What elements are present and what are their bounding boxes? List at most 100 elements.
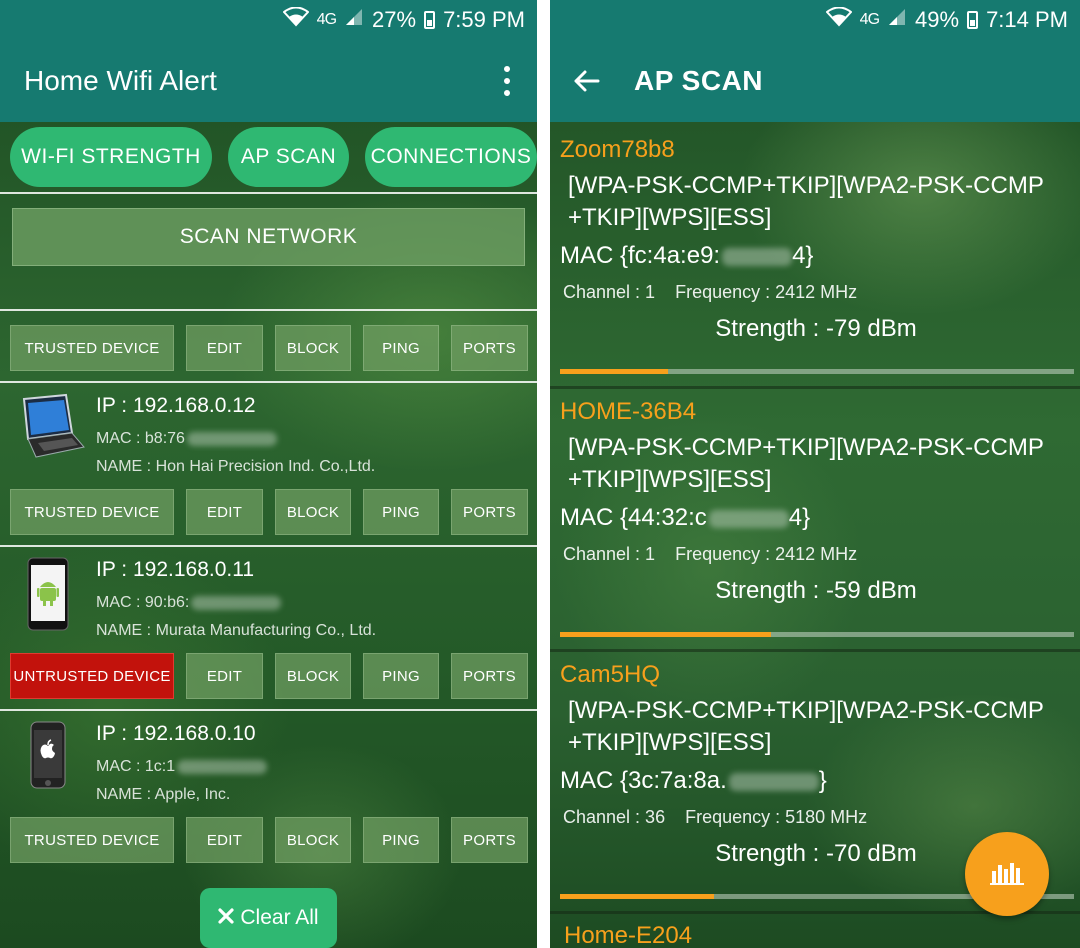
battery-icon [967,11,979,29]
signal-strength-fill [560,369,668,374]
signal-icon [344,7,364,33]
ports-button[interactable]: PORTS [451,489,528,535]
battery-percent: 49% [915,7,960,32]
untrusted-device-button[interactable]: UNTRUSTED DEVICE [10,653,174,699]
device-mac: MAC : 1c:1 [96,758,268,776]
ap-frequency: Frequency : 2412 MHz [675,544,858,564]
ap-capabilities: [WPA-PSK-CCMP+TKIP][WPA2-PSK-CCMP +TKIP]… [568,434,1044,493]
clear-all-button[interactable]: Clear All [200,888,337,948]
redacted-mac [722,247,793,266]
redacted-mac [186,431,277,446]
device-ip: IP : 192.168.0.12 [96,394,256,417]
edit-button[interactable]: EDIT [186,489,263,535]
ap-scan-screen: 4G 49% 7:14 PM AP SCAN Zoom78b8 [WPA-PSK… [550,0,1080,948]
ports-button[interactable]: PORTS [451,325,528,371]
device-details: IP : 192.168.0.11 MAC : 90:b6: NAME : Mu… [96,558,376,640]
laptop-icon [14,393,86,468]
tab-ap-scan[interactable]: AP SCAN [228,127,349,187]
ap-frequency: Frequency : 2412 MHz [675,282,858,302]
ap-mac: MAC {3c:7a:8a.} [560,767,827,794]
ap-capabilities: [WPA-PSK-CCMP+TKIP][WPA2-PSK-CCMP +TKIP]… [568,172,1044,231]
iphone-icon [30,721,66,794]
device-name: NAME : Murata Manufacturing Co., Ltd. [96,622,377,639]
redacted-mac [708,509,789,528]
network-type: 4G [316,11,337,28]
device-ip: IP : 192.168.0.10 [96,722,256,745]
redacted-mac [728,772,819,791]
tab-wifi-strength[interactable]: WI-FI STRENGTH [10,127,212,187]
signal-strength-bar [560,369,1074,374]
app-bar: AP SCAN [550,40,1080,122]
signal-icon [887,7,907,33]
divider [0,309,537,311]
close-icon [218,906,234,930]
ap-channel: Channel : 1 [563,544,656,564]
ping-button[interactable]: PING [363,653,439,699]
redacted-mac [191,595,282,610]
ap-meta: Channel : 1 Frequency : 2412 MHz [563,282,1072,303]
block-button[interactable]: BLOCK [275,817,351,863]
block-button[interactable]: BLOCK [275,489,351,535]
wifi-icon [282,6,310,33]
signal-chart-fab[interactable] [965,832,1049,916]
divider [0,192,537,194]
wifi-icon [825,6,853,33]
status-bar: 4G 49% 7:14 PM [550,0,1080,40]
battery-icon [424,11,436,29]
signal-strength-bar [560,632,1074,637]
ap-meta: Channel : 1 Frequency : 2412 MHz [563,544,1072,565]
trusted-device-button[interactable]: TRUSTED DEVICE [10,817,174,863]
ap-card[interactable]: Zoom78b8 [WPA-PSK-CCMP+TKIP][WPA2-PSK-CC… [560,136,1072,343]
network-type: 4G [859,11,880,28]
device-ip: IP : 192.168.0.11 [96,558,255,581]
tab-connections[interactable]: CONNECTIONS [365,127,537,187]
clock: 7:59 PM [443,7,525,32]
device-details: IP : 192.168.0.10 MAC : 1c:1 NAME : Appl… [96,722,268,804]
android-phone-icon [27,557,69,636]
ap-card[interactable]: HOME-36B4 [WPA-PSK-CCMP+TKIP][WPA2-PSK-C… [560,398,1072,605]
ports-button[interactable]: PORTS [451,653,528,699]
ap-mac: MAC {fc:4a:e9: 4} [560,242,814,269]
battery-percent: 27% [372,7,417,32]
divider [550,386,1080,389]
edit-button[interactable]: EDIT [186,325,263,371]
ap-channel: Channel : 36 [563,807,666,827]
ap-mac: MAC {44:32:c 4} [560,504,811,531]
ap-strength: Strength : -79 dBm [715,315,917,342]
trusted-device-button[interactable]: TRUSTED DEVICE [10,489,174,535]
edit-button[interactable]: EDIT [186,817,263,863]
divider [0,709,537,711]
ap-ssid: Zoom78b8 [560,136,675,163]
device-mac: MAC : b8:76 [96,430,375,448]
ap-meta: Channel : 36 Frequency : 5180 MHz [563,807,1072,828]
ping-button[interactable]: PING [363,817,439,863]
ports-button[interactable]: PORTS [451,817,528,863]
divider [0,381,537,383]
ap-channel: Channel : 1 [563,282,656,302]
ap-ssid[interactable]: Home-E204 [564,922,692,948]
device-mac: MAC : 90:b6: [96,594,376,612]
bar-chart-icon [990,859,1024,890]
ping-button[interactable]: PING [363,489,439,535]
signal-strength-fill [560,894,715,899]
app-title: Home Wifi Alert [24,65,217,96]
device-details: IP : 192.168.0.12 MAC : b8:76 NAME : Hon… [96,394,375,476]
divider [550,649,1080,652]
ping-button[interactable]: PING [363,325,439,371]
page-title: AP SCAN [634,65,764,96]
overflow-menu-icon[interactable] [503,66,511,96]
scan-network-button[interactable]: SCAN NETWORK [12,208,525,266]
device-name: NAME : Hon Hai Precision Ind. Co.,Ltd. [96,458,376,475]
status-bar: 4G 27% 7:59 PM [0,0,537,40]
ap-ssid: Cam5HQ [560,661,661,688]
redacted-mac [177,759,268,774]
ap-frequency: Frequency : 5180 MHz [685,807,868,827]
edit-button[interactable]: EDIT [186,653,263,699]
signal-strength-fill [560,632,771,637]
device-name: NAME : Apple, Inc. [96,786,231,803]
block-button[interactable]: BLOCK [275,325,351,371]
block-button[interactable]: BLOCK [275,653,351,699]
back-arrow-icon[interactable] [572,66,602,96]
trusted-device-button[interactable]: TRUSTED DEVICE [10,325,174,371]
tab-row: WI-FI STRENGTH AP SCAN CONNECTIONS [0,127,537,187]
